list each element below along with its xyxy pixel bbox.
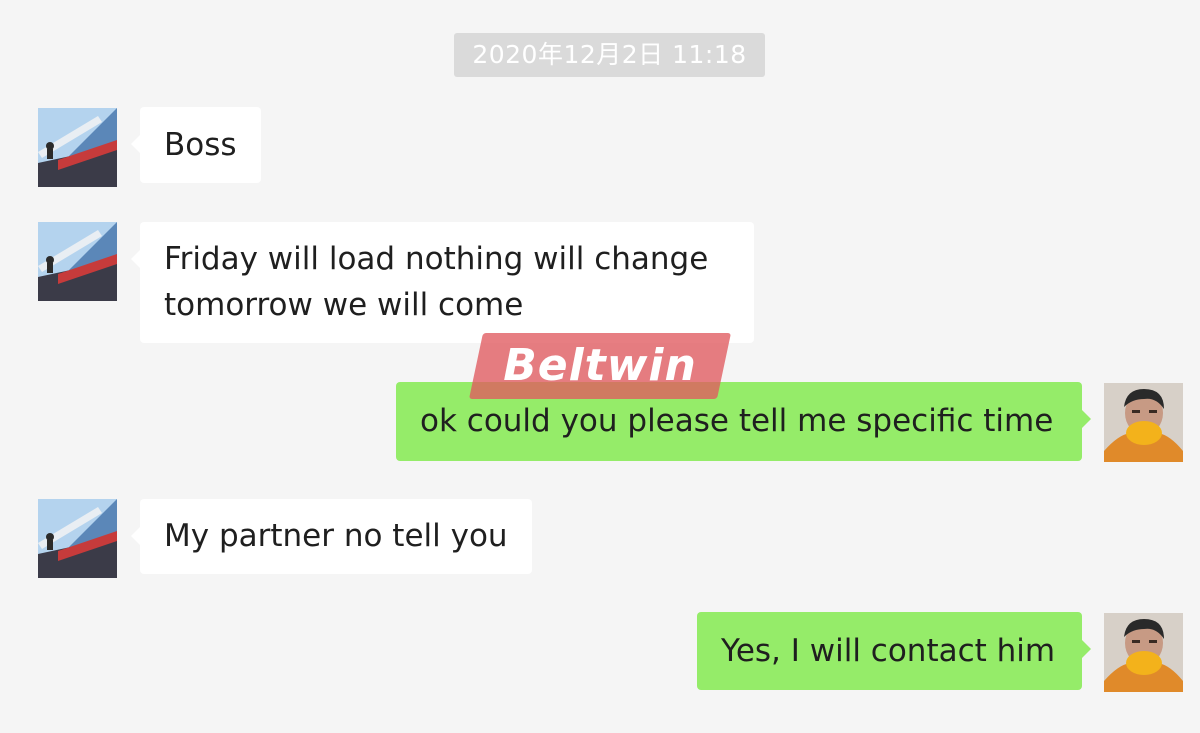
contact-avatar-icon[interactable] <box>38 222 117 301</box>
message-timestamp: 2020年12月2日 11:18 <box>454 33 765 77</box>
watermark-logo: Beltwin <box>503 340 697 391</box>
contact-avatar-icon[interactable] <box>38 108 117 187</box>
message-text: Yes, I will contact him <box>721 633 1056 669</box>
message-bubble-outgoing[interactable]: Yes, I will contact him <box>697 612 1091 690</box>
message-text: My partner no tell you <box>164 518 508 554</box>
message-text: ok could you please tell me specific tim… <box>420 403 1054 439</box>
chat-window: 2020年12月2日 11:18 Boss Friday will load n… <box>0 0 1200 733</box>
user-avatar-icon[interactable] <box>1104 383 1183 462</box>
message-text-line: Friday will load nothing will change <box>164 241 709 277</box>
message-bubble-incoming[interactable]: Friday will load nothing will change tom… <box>131 222 754 343</box>
message-text: Boss <box>164 127 237 163</box>
message-text-line: tomorrow we will come <box>164 287 524 323</box>
user-avatar-icon[interactable] <box>1104 613 1183 692</box>
message-bubble-incoming[interactable]: Boss <box>131 107 261 183</box>
contact-avatar-icon[interactable] <box>38 499 117 578</box>
message-bubble-incoming[interactable]: My partner no tell you <box>131 499 532 574</box>
